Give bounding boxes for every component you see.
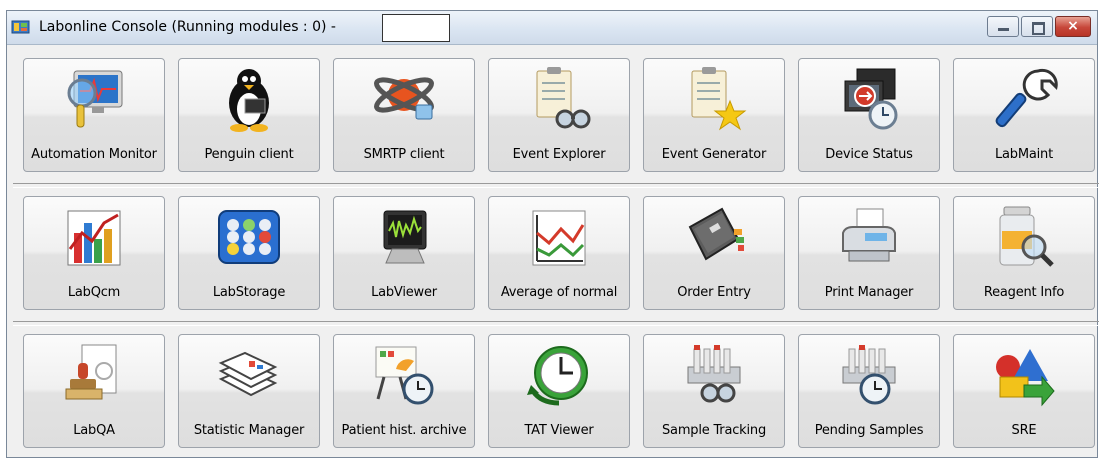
- labmaint-button[interactable]: LabMaint: [953, 58, 1095, 172]
- automation-monitor-button[interactable]: Automation Monitor: [23, 58, 165, 172]
- penguin-icon: [229, 69, 269, 132]
- pending-samples-icon: [842, 345, 896, 405]
- sample-tracking-icon: [687, 345, 741, 403]
- row-divider: [13, 183, 1099, 188]
- printer-icon: [842, 208, 896, 262]
- app-icon: [11, 20, 30, 34]
- archive-clock-icon: [375, 346, 434, 405]
- event-generator-button[interactable]: Event Generator: [643, 58, 785, 172]
- notebook-icon: [688, 207, 744, 261]
- reagent-bottle-icon: [999, 206, 1054, 267]
- labqcm-button[interactable]: LabQcm: [23, 196, 165, 310]
- device-status-icon: [844, 68, 898, 130]
- statistic-manager-button[interactable]: Statistic Manager: [178, 334, 320, 448]
- device-status-button[interactable]: Device Status: [798, 58, 940, 172]
- minimize-icon: [998, 28, 1009, 31]
- print-manager-button[interactable]: Print Manager: [798, 196, 940, 310]
- labqa-button[interactable]: LabQA: [23, 334, 165, 448]
- module-row-3: LabQA Statistic Manager Patient hist. ar…: [23, 334, 1102, 452]
- penguin-client-label: Penguin client: [204, 147, 294, 162]
- title-bar[interactable]: Labonline Console (Running modules : 0) …: [7, 11, 1097, 45]
- tat-viewer-button[interactable]: TAT Viewer: [488, 334, 630, 448]
- event-generator-icon: [691, 67, 747, 131]
- labstorage-label: LabStorage: [212, 285, 286, 300]
- pending-samples-label: Pending Samples: [814, 423, 924, 438]
- order-entry-button[interactable]: Order Entry: [643, 196, 785, 310]
- module-row-2: LabQcm LabStorage LabViewer Average of n…: [23, 196, 1102, 314]
- tat-viewer-label: TAT Viewer: [524, 423, 594, 438]
- automation-monitor-icon: [67, 70, 123, 128]
- stacked-reports-icon: [218, 351, 278, 397]
- event-explorer-button[interactable]: Event Explorer: [488, 58, 630, 172]
- event-generator-label: Event Generator: [661, 147, 767, 162]
- reagent-info-button[interactable]: Reagent Info: [953, 196, 1095, 310]
- close-icon: ×: [1067, 18, 1079, 34]
- patient-hist-archive-label: Patient hist. archive: [341, 423, 467, 438]
- module-row-1: Automation Monitor Penguin client SMRTP …: [23, 58, 1102, 176]
- event-explorer-label: Event Explorer: [512, 147, 606, 162]
- labqa-label: LabQA: [73, 423, 115, 438]
- automation-monitor-label: Automation Monitor: [31, 147, 157, 162]
- sre-label: SRE: [1011, 423, 1037, 438]
- close-button[interactable]: ×: [1055, 16, 1091, 37]
- row-divider: [13, 321, 1099, 326]
- maximize-icon: [1032, 22, 1045, 35]
- print-manager-label: Print Manager: [824, 285, 914, 300]
- shapes-icon: [996, 349, 1055, 407]
- sample-tracking-label: Sample Tracking: [662, 423, 766, 438]
- stamp-document-icon: [65, 344, 117, 400]
- smrtp-client-label: SMRTP client: [363, 147, 445, 162]
- labviewer-button[interactable]: LabViewer: [333, 196, 475, 310]
- labmaint-label: LabMaint: [995, 147, 1053, 162]
- reagent-info-label: Reagent Info: [983, 285, 1065, 300]
- storage-rack-icon: [218, 210, 280, 264]
- window-controls: ×: [987, 16, 1091, 37]
- title-redacted-box: [382, 14, 450, 42]
- clock-icon: [527, 346, 588, 406]
- patient-hist-archive-button[interactable]: Patient hist. archive: [333, 334, 475, 448]
- maximize-button[interactable]: [1021, 16, 1053, 37]
- device-status-label: Device Status: [825, 147, 913, 162]
- bar-chart-icon: [67, 210, 121, 266]
- smrtp-client-button[interactable]: SMRTP client: [333, 58, 475, 172]
- average-of-normal-label: Average of normal: [500, 285, 618, 300]
- labviewer-label: LabViewer: [371, 285, 437, 300]
- penguin-client-button[interactable]: Penguin client: [178, 58, 320, 172]
- pending-samples-button[interactable]: Pending Samples: [798, 334, 940, 448]
- window-title: Labonline Console (Running modules : 0) …: [39, 19, 336, 35]
- smrtp-icon: [374, 77, 434, 120]
- labqcm-label: LabQcm: [67, 285, 121, 300]
- average-of-normal-button[interactable]: Average of normal: [488, 196, 630, 310]
- console-window: Labonline Console (Running modules : 0) …: [6, 10, 1099, 458]
- minimize-button[interactable]: [987, 16, 1019, 37]
- event-explorer-icon: [536, 67, 591, 129]
- monitor-waveform-icon: [383, 210, 427, 264]
- statistic-manager-label: Statistic Manager: [193, 423, 305, 438]
- order-entry-label: Order Entry: [677, 285, 751, 300]
- sre-button[interactable]: SRE: [953, 334, 1095, 448]
- wrench-icon: [995, 68, 1058, 128]
- labstorage-button[interactable]: LabStorage: [178, 196, 320, 310]
- line-chart-icon: [532, 210, 586, 266]
- sample-tracking-button[interactable]: Sample Tracking: [643, 334, 785, 448]
